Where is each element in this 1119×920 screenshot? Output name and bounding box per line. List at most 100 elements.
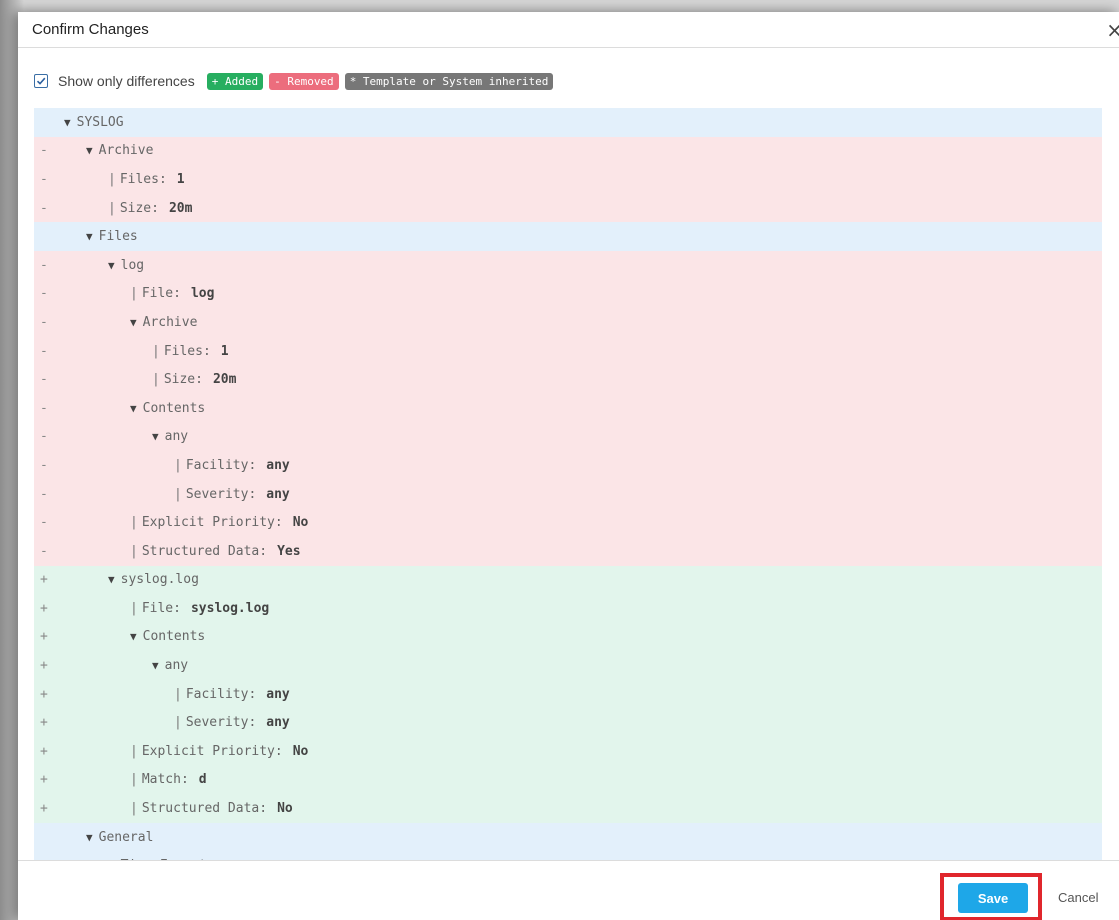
diff-marker: + [40,572,48,588]
tree-leaf-pipe: | [108,200,116,216]
tree-leaf-value: No [277,801,293,817]
diff-marker: + [40,629,48,645]
diff-marker: - [40,372,48,388]
tree-leaf-value: log [190,286,215,302]
tree-row-content: ▼ Files [86,229,138,244]
removed-legend-badge: - Removed [269,72,339,90]
tree-row[interactable]: ▼ Files [34,222,1102,251]
tree-leaf-value: d [198,772,207,788]
show-only-differences-checkbox[interactable] [34,74,48,88]
tree-node-label: Archive [142,314,198,330]
expand-caret-icon[interactable]: ▼ [130,316,137,329]
diff-marker: + [40,743,48,759]
tree-row[interactable]: - ▼ Archive [34,308,1102,337]
tree-row-content: ▼ log [108,258,144,273]
tree-leaf-key: Match: [141,772,189,788]
tree-leaf-pipe: | [174,457,182,473]
tree-row-content: | Facility: any [174,687,290,702]
diff-marker: - [40,429,48,445]
expand-caret-icon[interactable]: ▼ [108,259,115,272]
checkmark-icon [36,77,46,85]
diff-marker: - [40,343,48,359]
tree-leaf-pipe: | [108,171,116,187]
tree-row-content: ▼ Archive [86,143,153,158]
tree-row[interactable]: ▼Time Format [34,851,1102,860]
tree-node-label: Files [98,229,138,245]
tree-leaf-key: Files: [163,343,211,359]
tree-leaf-value: any [266,686,290,702]
diff-marker: - [40,486,48,502]
tree-node-label: Contents [142,400,206,416]
expand-caret-icon[interactable]: ▼ [152,659,159,672]
diff-filter-bar: Show only differences + Added - Removed … [34,70,554,92]
tree-row[interactable]: - ▼ Contents [34,393,1102,423]
diff-marker: - [40,400,48,416]
tree-leaf-pipe: | [130,515,138,531]
tree-leaf-value: any [266,715,290,731]
expand-caret-icon[interactable]: ▼ [86,230,93,243]
tree-leaf-pipe: | [130,772,138,788]
tree-node-label: General [98,829,154,845]
tree-leaf-value: No [292,515,309,531]
template-inherited-legend-badge: * Template or System inherited [344,72,554,90]
tree-row[interactable]: + ▼ syslog.log [34,565,1102,595]
tree-leaf-value: No [292,743,309,759]
tree-leaf-key: Facility: [185,686,257,702]
tree-row-content: | Explicit Priority: No [130,515,308,530]
tree-row-content: | Files: 1 [152,344,229,359]
tree-row[interactable]: - ▼ any [34,422,1102,452]
diff-marker: - [40,171,48,187]
tree-row[interactable]: - ▼ Archive [34,136,1102,166]
show-only-differences-label: Show only differences [58,73,195,89]
tree-leaf-pipe: | [174,486,182,502]
tree-leaf-key: File: [141,600,181,616]
tree-row[interactable]: + ▼ any [34,651,1102,680]
tree-node-label: any [164,658,189,674]
tree-row[interactable]: ▼ General [34,822,1102,852]
tree-leaf-value: any [266,486,290,502]
tree-row-content: | Explicit Priority: No [130,744,308,759]
tree-leaf-value: 1 [176,171,185,187]
expand-caret-icon[interactable]: ▼ [86,831,93,844]
close-icon[interactable]: × [1106,18,1119,42]
expand-caret-icon[interactable]: ▼ [130,630,137,643]
tree-leaf-key: Size: [163,372,203,388]
tree-node-label: any [164,429,189,445]
tree-row-content: | Size: 20m [108,201,192,216]
tree-node-label: log [120,257,145,273]
diff-marker: - [40,200,48,216]
tree-leaf-pipe: | [130,743,138,759]
expand-caret-icon[interactable]: ▼ [64,116,71,129]
tree-row-content: | Severity: any [174,487,290,502]
tree-row: + | Explicit Priority: No [34,737,1102,766]
tree-row-content: ▼ syslog.log [108,572,199,587]
diff-marker: + [40,686,48,702]
save-button[interactable]: Save [958,883,1028,913]
tree-leaf-pipe: | [152,372,160,388]
diff-marker: + [40,658,48,674]
expand-caret-icon[interactable]: ▼ [152,430,159,443]
tree-row[interactable]: + ▼ Contents [34,622,1102,652]
tree-row: - | Files: 1 [34,165,1102,194]
cancel-button[interactable]: Cancel [1058,890,1098,905]
expand-caret-icon[interactable]: ▼ [130,402,137,415]
tree-row-content: ▼ SYSLOG [64,115,124,130]
tree-leaf-value: Yes [277,543,301,559]
tree-row: - | Size: 20m [34,365,1102,394]
diff-marker: - [40,457,48,473]
tree-row[interactable]: - ▼ log [34,250,1102,280]
tree-row-content: | Match: d [130,772,207,787]
tree-leaf-value: any [266,457,290,473]
added-legend-badge: + Added [206,72,264,90]
diff-marker: - [40,515,48,531]
tree-row-content: ▼ Contents [130,629,205,644]
tree-row-content: | Structured Data: No [130,801,293,816]
expand-caret-icon[interactable]: ▼ [108,573,115,586]
tree-leaf-pipe: | [130,286,138,302]
tree-row[interactable]: ▼ SYSLOG [34,108,1102,137]
tree-row-content: ▼ Archive [130,315,197,330]
tree-leaf-value: syslog.log [190,600,270,616]
tree-leaf-pipe: | [174,715,182,731]
tree-row-content: | Structured Data: Yes [130,544,301,559]
expand-caret-icon[interactable]: ▼ [86,144,93,157]
